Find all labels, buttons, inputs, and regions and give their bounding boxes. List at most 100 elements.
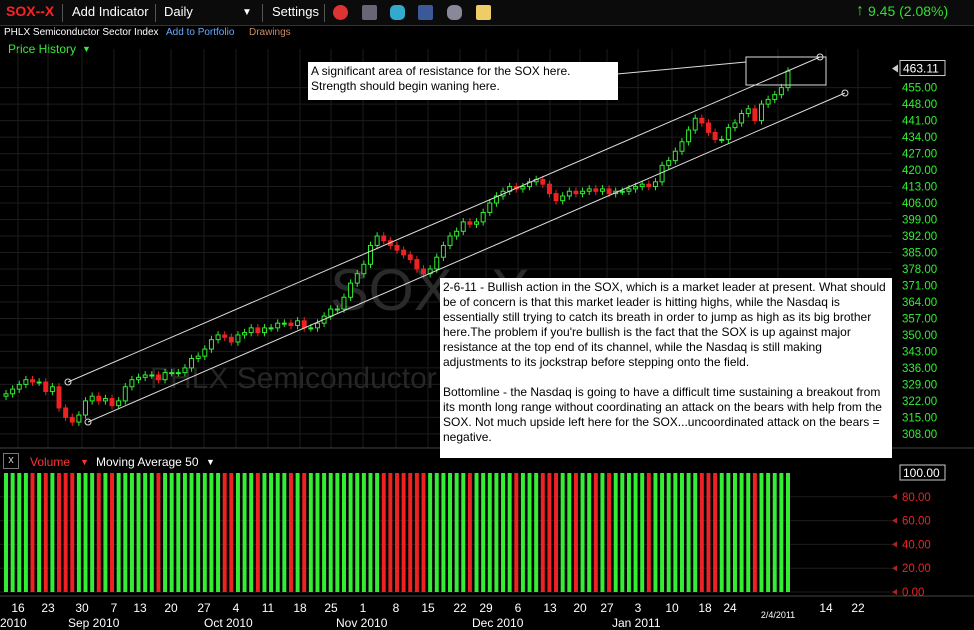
volume-bar [163,473,168,592]
volume-bar [269,473,274,592]
volume-bar [129,473,134,592]
volume-bar [156,473,161,592]
volume-bar [136,473,141,592]
volume-bar [169,473,174,592]
candle-body [96,395,102,402]
volume-bar [116,473,121,592]
candle-body [69,416,75,423]
volume-bar [408,473,413,592]
resistance-note[interactable]: A significant area of resistance for the… [308,62,618,100]
volume-bar [355,473,360,592]
analysis-paragraph-2: Bottomline - the Nasdaq is going to have… [443,385,882,444]
date-tick-label: 13 [133,601,147,615]
volume-bar [149,473,154,592]
volume-bar [242,473,247,592]
volume-bar [626,473,631,592]
close-icon[interactable]: x [3,453,19,469]
candle-body [454,230,460,237]
month-label: Sep 2010 [68,616,120,630]
candle-body [261,327,267,334]
candle-body [652,181,658,188]
candle-body [308,327,314,330]
price-tick-label: 378.00 [902,264,937,276]
candle-body [739,113,745,124]
volume-bar [110,473,115,592]
volume-bar [335,473,340,592]
candle-body [633,186,639,190]
volume-bar [428,473,433,592]
analysis-note[interactable]: 2-6-11 - Bullish action in the SOX, whic… [440,278,892,458]
candle-body [30,379,35,383]
candle-body [361,263,367,275]
candle-body [175,372,181,375]
candle-body [520,186,526,190]
volume-bar [660,473,665,592]
volume-label[interactable]: Volume [30,455,70,469]
volume-bar [474,473,479,592]
moving-average-label[interactable]: Moving Average 50 [96,455,199,469]
date-tick-label: 27 [600,601,614,615]
volume-bar [421,473,426,592]
volume-bar [222,473,227,592]
candle-body [295,320,301,327]
volume-tick-label: 20.00 [902,563,931,575]
candle-body [692,117,698,131]
volume-bar [786,473,790,592]
volume-bar [706,473,711,592]
volume-tick-label: 80.00 [902,492,931,504]
volume-bar [534,473,539,592]
tick-marker [892,589,897,595]
candle-body [222,334,228,338]
candle-body [162,372,168,381]
candle-body [195,355,201,359]
date-tick-label: 25 [324,601,338,615]
volume-bar [580,473,585,592]
date-tick-label: 4 [233,601,240,615]
volume-bar [640,473,645,592]
price-tick-label: 336.00 [902,363,937,375]
volume-bar [23,473,28,592]
volume-bar [613,473,618,592]
price-tick-label: 364.00 [902,297,937,309]
candle-body [341,296,347,310]
candle-body [49,386,55,392]
candle-body [189,357,195,369]
month-label: 2010 [0,616,27,630]
month-label: Oct 2010 [204,616,253,630]
analysis-paragraph-1: 2-6-11 - Bullish action in the SOX, whic… [443,280,886,369]
volume-bar [255,473,260,592]
candle-body [155,374,161,381]
volume-bar-series [4,473,790,592]
volume-bar [302,473,307,592]
candle-body [553,193,559,202]
volume-bar [381,473,386,592]
price-tick-label: 427.00 [902,149,937,161]
price-tick-label: 343.00 [902,346,937,358]
candle-body [394,244,400,251]
candle-body [540,178,546,185]
candle-body [599,188,605,192]
volume-bar [481,473,486,592]
tick-marker [892,541,897,548]
volume-bar [401,473,406,592]
volume-bar [620,473,625,592]
volume-bar [461,473,466,592]
chevron-down-icon[interactable]: ▼ [206,457,215,467]
volume-bar [63,473,68,592]
candle-body [348,282,354,298]
chevron-down-icon[interactable]: ▼ [80,457,89,467]
volume-bar [434,473,439,592]
volume-bar [57,473,62,592]
volume-bar [395,473,399,592]
date-tick-label: 11 [262,601,275,615]
last-price-marker [892,64,898,73]
volume-bar [646,473,651,592]
date-tick-label: 2/4/2011 [761,610,795,620]
volume-bar [103,473,108,592]
candle-body [447,235,453,246]
volume-bar [732,473,737,592]
date-tick-label: 22 [851,601,865,615]
candle-body [421,268,426,275]
volume-bar [693,473,698,592]
volume-bar [607,473,612,592]
